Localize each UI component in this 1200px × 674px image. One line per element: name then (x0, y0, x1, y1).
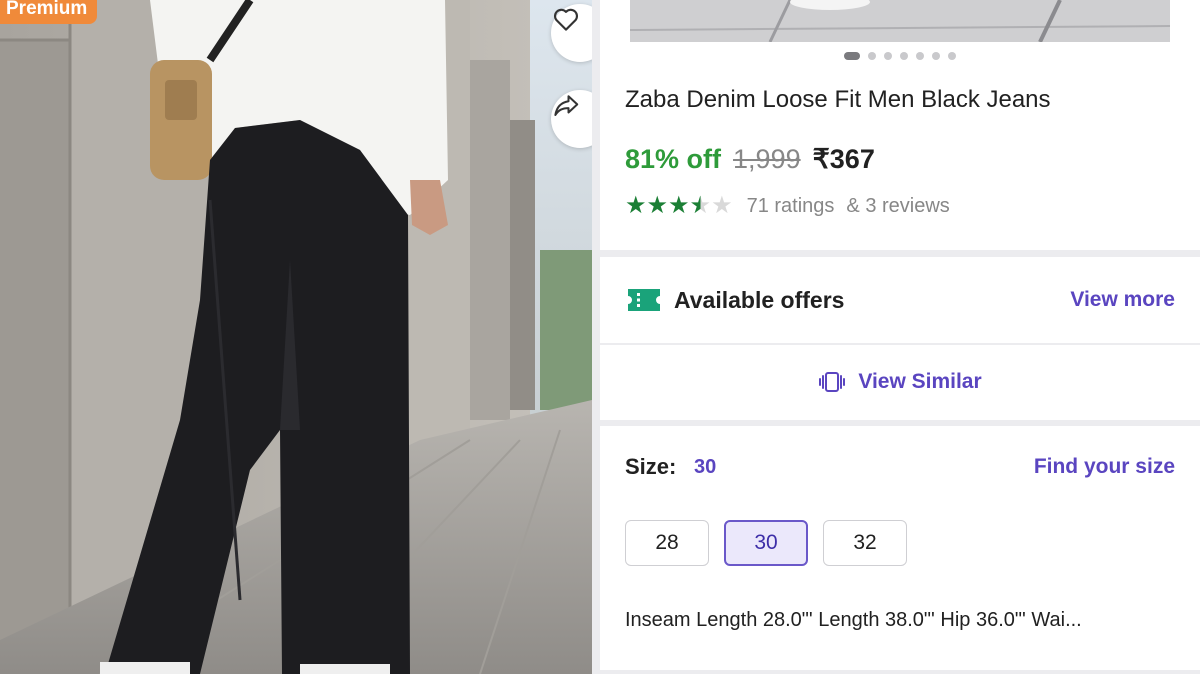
size-label: Size: (625, 454, 677, 479)
view-similar-card[interactable]: View Similar (600, 345, 1200, 420)
offers-card[interactable]: Available offers View more (600, 257, 1200, 343)
price-row: 81% off 1,999 ₹367 (625, 144, 875, 175)
mrp-price: 1,999 (733, 144, 801, 174)
ticket-icon (628, 289, 660, 311)
size-option-30[interactable]: 30 (724, 520, 808, 566)
product-photo (0, 0, 592, 674)
carousel-dot[interactable] (948, 52, 956, 60)
selling-price: ₹367 (812, 144, 875, 174)
heart-icon (553, 8, 579, 31)
rating-summary[interactable]: ★ ★ ★ ★ ★ 71 ratings & 3 reviews (625, 193, 950, 219)
carousel-dots[interactable] (600, 52, 1200, 60)
star-icon: ★ (689, 192, 712, 219)
product-title: Zaba Denim Loose Fit Men Black Jeans (625, 86, 1051, 113)
carousel-dot[interactable] (844, 52, 860, 60)
star-icon: ★ (646, 192, 669, 219)
premium-badge: Premium (0, 0, 98, 24)
carousel-dot[interactable] (932, 52, 940, 60)
star-icon: ★ (625, 192, 647, 219)
gallery-image-preview[interactable] (630, 0, 1170, 42)
share-icon (554, 95, 579, 116)
product-image[interactable]: Premium (0, 0, 592, 674)
carousel-dot[interactable] (900, 52, 908, 60)
carousel-dot[interactable] (868, 52, 876, 60)
product-summary-card: Zaba Denim Loose Fit Men Black Jeans 81%… (600, 0, 1200, 250)
find-your-size-link[interactable]: Find your size (1034, 455, 1175, 479)
view-more-link[interactable]: View more (1070, 288, 1175, 312)
size-card: Size: 30 Find your size 28 30 32 Inseam … (600, 426, 1200, 670)
size-option-32[interactable]: 32 (823, 520, 907, 566)
carousel-dot[interactable] (916, 52, 924, 60)
size-option-28[interactable]: 28 (625, 520, 709, 566)
discount-label: 81% off (625, 144, 722, 174)
product-details: Zaba Denim Loose Fit Men Black Jeans 81%… (600, 0, 1200, 674)
carousel-dot[interactable] (884, 52, 892, 60)
ratings-count: 71 ratings (746, 194, 835, 217)
pavement-image (630, 0, 1170, 42)
similar-icon (819, 372, 846, 392)
offers-label: Available offers (674, 287, 845, 313)
star-icon: ★ (711, 192, 733, 219)
star-rating: ★ ★ ★ ★ ★ (625, 193, 733, 219)
selected-size: 30 (694, 456, 717, 478)
view-similar-label: View Similar (858, 370, 982, 393)
star-icon: ★ (668, 192, 690, 219)
view-similar-button[interactable]: View Similar (600, 370, 1200, 394)
reviews-count: & 3 reviews (846, 194, 950, 217)
size-measurements: Inseam Length 28.0"' Length 38.0"' Hip 3… (625, 609, 1082, 631)
